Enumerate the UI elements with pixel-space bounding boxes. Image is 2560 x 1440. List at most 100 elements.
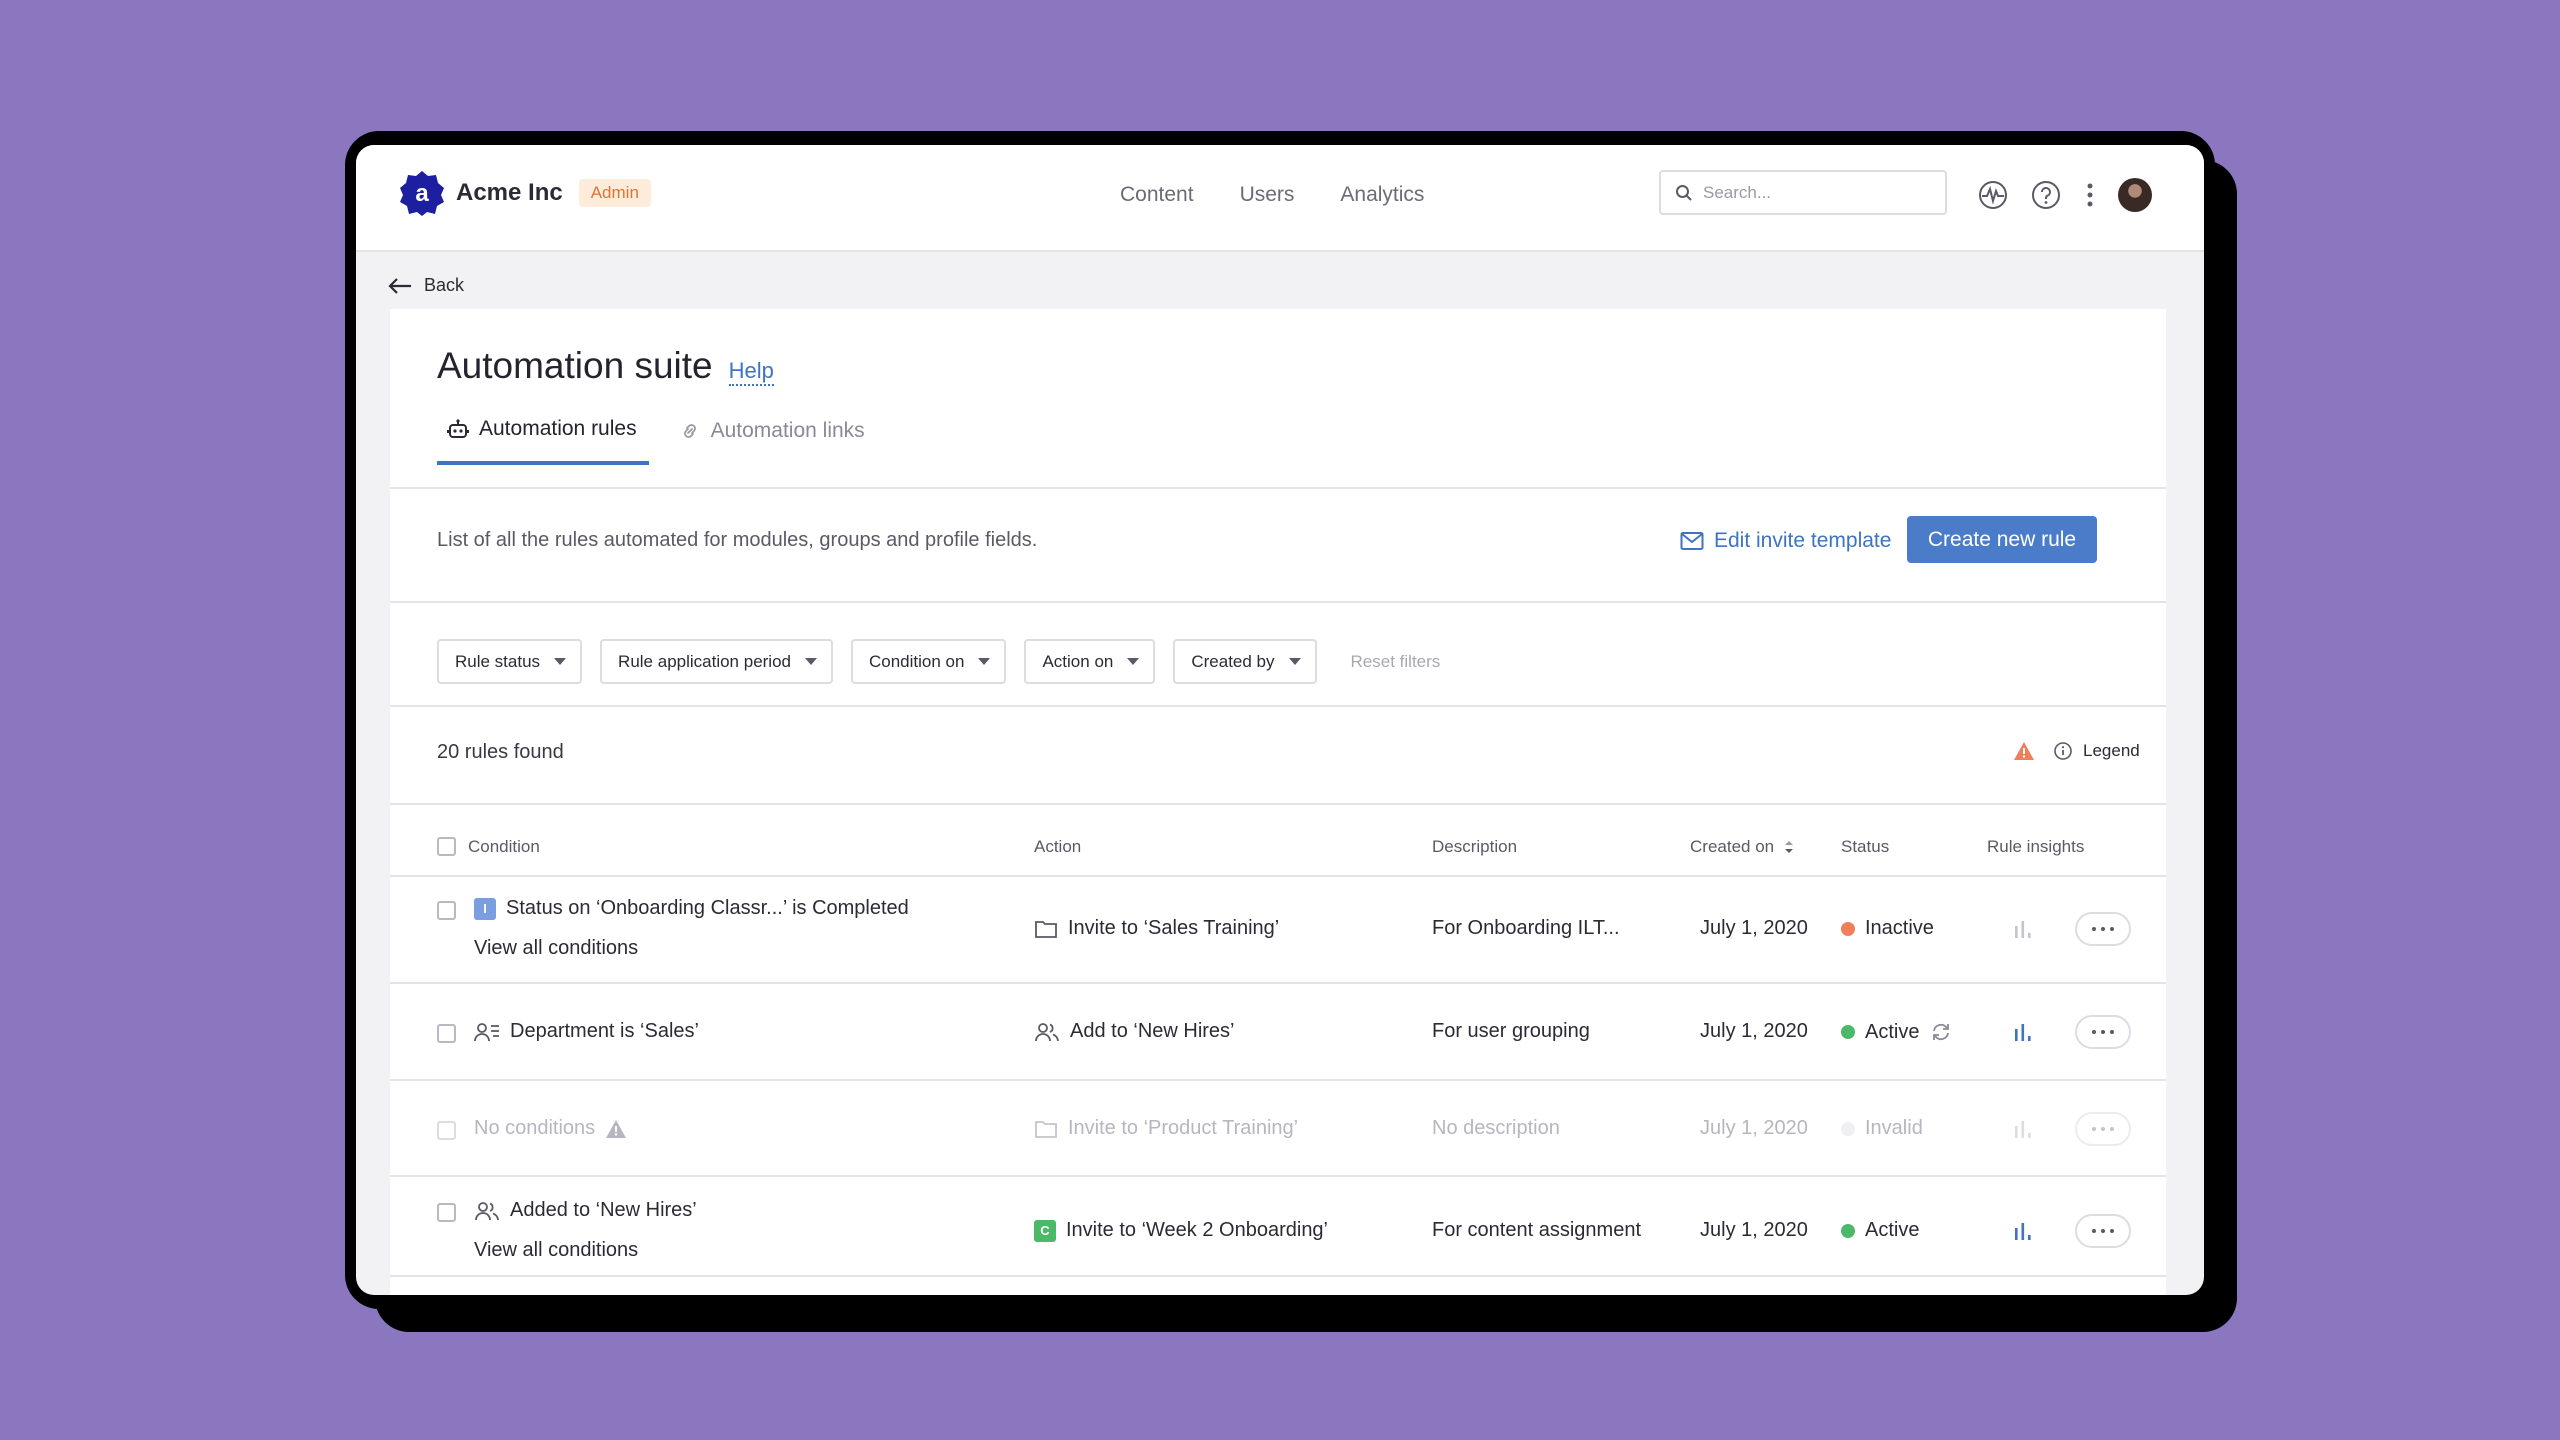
module-type-badge: I (474, 897, 496, 920)
legend-label: Legend (2083, 741, 2140, 760)
condition-text: Status on ‘Onboarding Classr...’ is Comp… (506, 897, 909, 919)
bar-chart-icon (2015, 1121, 2031, 1138)
action-cell: C Invite to ‘Week 2 Onboarding’ (1034, 1219, 1328, 1242)
warning-icon[interactable] (605, 1119, 627, 1139)
content-type-badge: C (1034, 1219, 1056, 1242)
nav-content[interactable]: Content (1120, 183, 1194, 207)
group-icon (1035, 1022, 1059, 1041)
page-description: List of all the rules automated for modu… (437, 529, 1038, 551)
action-cell: Add to ‘New Hires’ (1034, 1020, 1235, 1043)
tab-label: Automation links (710, 419, 865, 442)
column-status[interactable]: Status (1841, 837, 1889, 857)
automation-panel: Automation suite Help Automation rules A… (390, 309, 2166, 1295)
row-checkbox[interactable] (437, 1024, 456, 1043)
bar-chart-icon[interactable] (2012, 918, 2034, 940)
tab-automation-rules[interactable]: Automation rules (437, 417, 649, 465)
top-navigation: a Acme Inc Admin Content Users Analytics (356, 145, 2204, 252)
bar-chart-icon[interactable] (2012, 1220, 2034, 1242)
filter-label: Rule status (455, 651, 541, 671)
sync-icon[interactable] (1929, 1020, 1953, 1044)
row-more-button[interactable] (2075, 1015, 2131, 1049)
view-all-conditions-link[interactable]: View all conditions (474, 1239, 638, 1262)
filter-rule-application-period[interactable]: Rule application period (600, 639, 833, 684)
user-fields-icon (474, 1022, 499, 1041)
info-icon (2054, 742, 2072, 760)
status-cell: Invalid (1841, 1117, 1923, 1140)
table-row[interactable]: No conditions Invite to ‘Product Trainin… (390, 1083, 2166, 1177)
column-label: Created on (1690, 837, 1775, 856)
condition-cell: Department is ‘Sales’ (474, 1020, 699, 1043)
description-cell: For content assignment (1432, 1219, 1641, 1241)
status-dot (1841, 1025, 1855, 1039)
filter-created-by[interactable]: Created by (1173, 639, 1317, 684)
filter-label: Created by (1191, 651, 1275, 671)
column-description[interactable]: Description (1432, 837, 1517, 857)
action-text: Invite to ‘Sales Training’ (1068, 917, 1280, 939)
row-more-button[interactable] (2075, 912, 2131, 946)
sort-icon (1785, 841, 1794, 853)
avatar[interactable] (2118, 178, 2152, 212)
edit-invite-template-button[interactable]: Edit invite template (1680, 529, 1891, 553)
status-dot (1841, 921, 1855, 936)
row-checkbox[interactable] (437, 1121, 456, 1140)
nav-analytics[interactable]: Analytics (1340, 183, 1424, 207)
create-new-rule-button[interactable]: Create new rule (1907, 516, 2097, 563)
status-cell: Inactive (1841, 917, 1934, 940)
page-header: Automation suite Help (437, 345, 774, 387)
activity-icon[interactable] (1977, 179, 2009, 211)
table-row[interactable]: I Status on ‘Onboarding Classr...’ is Co… (390, 877, 2166, 984)
table-header: Condition Action Description Created on … (390, 805, 2166, 875)
search-box[interactable] (1659, 170, 1947, 215)
more-vertical-icon[interactable] (2083, 179, 2097, 211)
warning-icon[interactable] (2013, 741, 2035, 761)
filter-rule-status[interactable]: Rule status (437, 639, 583, 684)
search-icon (1676, 184, 1692, 201)
condition-text: Department is ‘Sales’ (510, 1020, 699, 1042)
divider (390, 705, 2166, 707)
help-link[interactable]: Help (728, 358, 774, 386)
header-actions (1977, 178, 2152, 212)
table-row[interactable]: Department is ‘Sales’ Add to ‘New Hires’… (390, 986, 2166, 1081)
action-cell: Invite to ‘Sales Training’ (1034, 917, 1279, 940)
created-on-cell: July 1, 2020 (1700, 917, 1808, 939)
legend-button[interactable]: Legend (2053, 741, 2140, 761)
legend-area: Legend (2013, 741, 2140, 761)
svg-text:a: a (415, 180, 429, 207)
filter-action-on[interactable]: Action on (1024, 639, 1156, 684)
help-circle-icon[interactable] (2030, 179, 2062, 211)
status-dot (1841, 1223, 1855, 1238)
divider (390, 487, 2166, 489)
row-checkbox[interactable] (437, 1203, 456, 1222)
filter-label: Rule application period (618, 651, 791, 671)
column-created-on[interactable]: Created on (1690, 837, 1794, 857)
row-more-button[interactable] (2075, 1112, 2131, 1146)
description-cell: For user grouping (1432, 1020, 1590, 1042)
table-row[interactable]: Added to ‘New Hires’ View all conditions… (390, 1179, 2166, 1277)
description-cell: For Onboarding ILT... (1432, 917, 1620, 939)
folder-icon (1035, 920, 1057, 938)
nav-users[interactable]: Users (1240, 183, 1295, 207)
column-condition[interactable]: Condition (468, 837, 540, 857)
link-icon (683, 424, 696, 438)
select-all-checkbox[interactable] (437, 837, 456, 856)
row-checkbox[interactable] (437, 901, 456, 920)
tab-automation-links[interactable]: Automation links (669, 417, 877, 465)
reset-filters-button[interactable]: Reset filters (1351, 652, 1441, 672)
column-action[interactable]: Action (1034, 837, 1081, 857)
row-more-button[interactable] (2075, 1214, 2131, 1248)
back-link[interactable]: Back (388, 275, 464, 296)
brand-logo-icon: a (400, 171, 444, 216)
view-all-conditions-link[interactable]: View all conditions (474, 937, 638, 960)
app-screen: a Acme Inc Admin Content Users Analytics (356, 145, 2204, 1295)
status-text: Active (1865, 1020, 1920, 1043)
filter-label: Action on (1042, 651, 1114, 671)
filter-bar: Rule status Rule application period Cond… (437, 639, 1440, 684)
status-text: Invalid (1865, 1117, 1923, 1139)
bar-chart-icon[interactable] (2012, 1021, 2034, 1043)
brand[interactable]: a Acme Inc Admin (398, 169, 651, 217)
group-icon (475, 1201, 499, 1220)
condition-cell: No conditions (474, 1117, 627, 1140)
search-input[interactable] (1703, 182, 1923, 203)
role-badge: Admin (578, 179, 651, 207)
filter-condition-on[interactable]: Condition on (851, 639, 1007, 684)
